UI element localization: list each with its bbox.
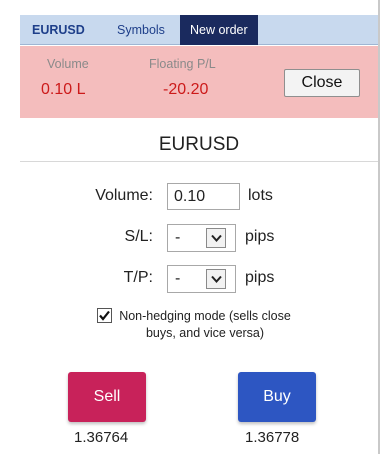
- volume-unit-label: lots: [248, 187, 273, 204]
- panel-right-edge: [378, 0, 380, 454]
- tab-new-order[interactable]: New order: [180, 15, 258, 45]
- chevron-down-icon[interactable]: [206, 228, 226, 248]
- stop-loss-select[interactable]: -: [167, 224, 236, 252]
- volume-field-label: Volume:: [95, 187, 153, 204]
- buy-button[interactable]: Buy: [238, 372, 316, 422]
- close-position-button[interactable]: Close: [284, 69, 360, 97]
- volume-input[interactable]: 0.10: [167, 183, 240, 210]
- take-profit-label: T/P:: [123, 269, 153, 286]
- take-profit-select[interactable]: -: [167, 265, 236, 293]
- volume-stat-label: Volume: [47, 57, 89, 71]
- floating-pl-label: Floating P/L: [149, 57, 216, 71]
- floating-pl-value: -20.20: [163, 81, 209, 98]
- buy-price: 1.36778: [245, 429, 300, 446]
- sell-price: 1.36764: [74, 429, 129, 446]
- non-hedging-label: Non-hedging mode (sells close buys, and …: [119, 309, 291, 340]
- position-banner: Volume 0.10 L Floating P/L -20.20 Close: [20, 46, 378, 118]
- tab-eurusd[interactable]: EURUSD: [24, 15, 93, 45]
- sell-button[interactable]: Sell: [68, 372, 146, 422]
- tab-bar: EURUSD Symbols New order: [20, 15, 378, 45]
- chevron-down-icon[interactable]: [206, 269, 226, 289]
- tab-symbols[interactable]: Symbols: [109, 15, 173, 45]
- stop-loss-value: -: [175, 229, 181, 246]
- take-profit-unit-label: pips: [245, 269, 275, 286]
- symbol-title: EURUSD: [20, 128, 378, 162]
- take-profit-value: -: [175, 270, 181, 287]
- stop-loss-unit-label: pips: [245, 228, 275, 245]
- stop-loss-label: S/L:: [124, 228, 153, 245]
- volume-stat-value: 0.10 L: [41, 81, 86, 98]
